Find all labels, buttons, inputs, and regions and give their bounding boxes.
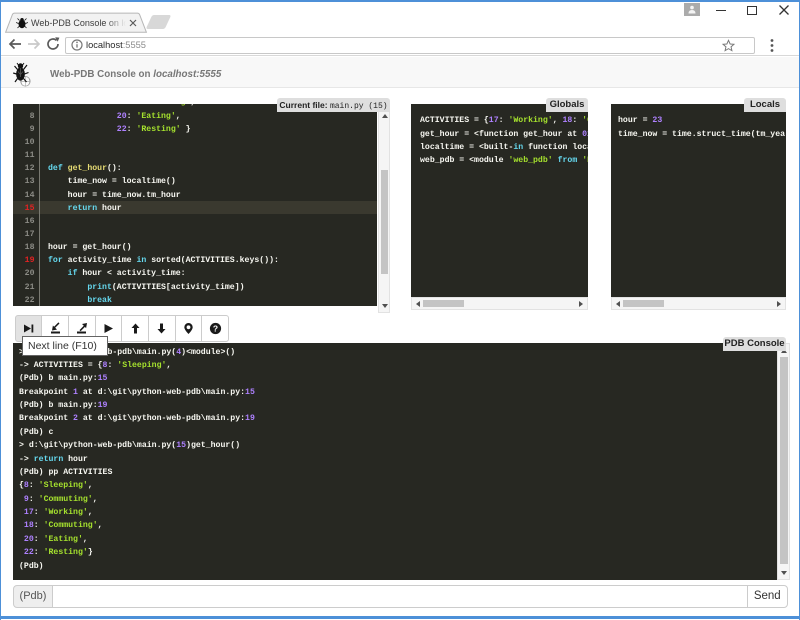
svg-text:?: ?: [213, 323, 218, 333]
